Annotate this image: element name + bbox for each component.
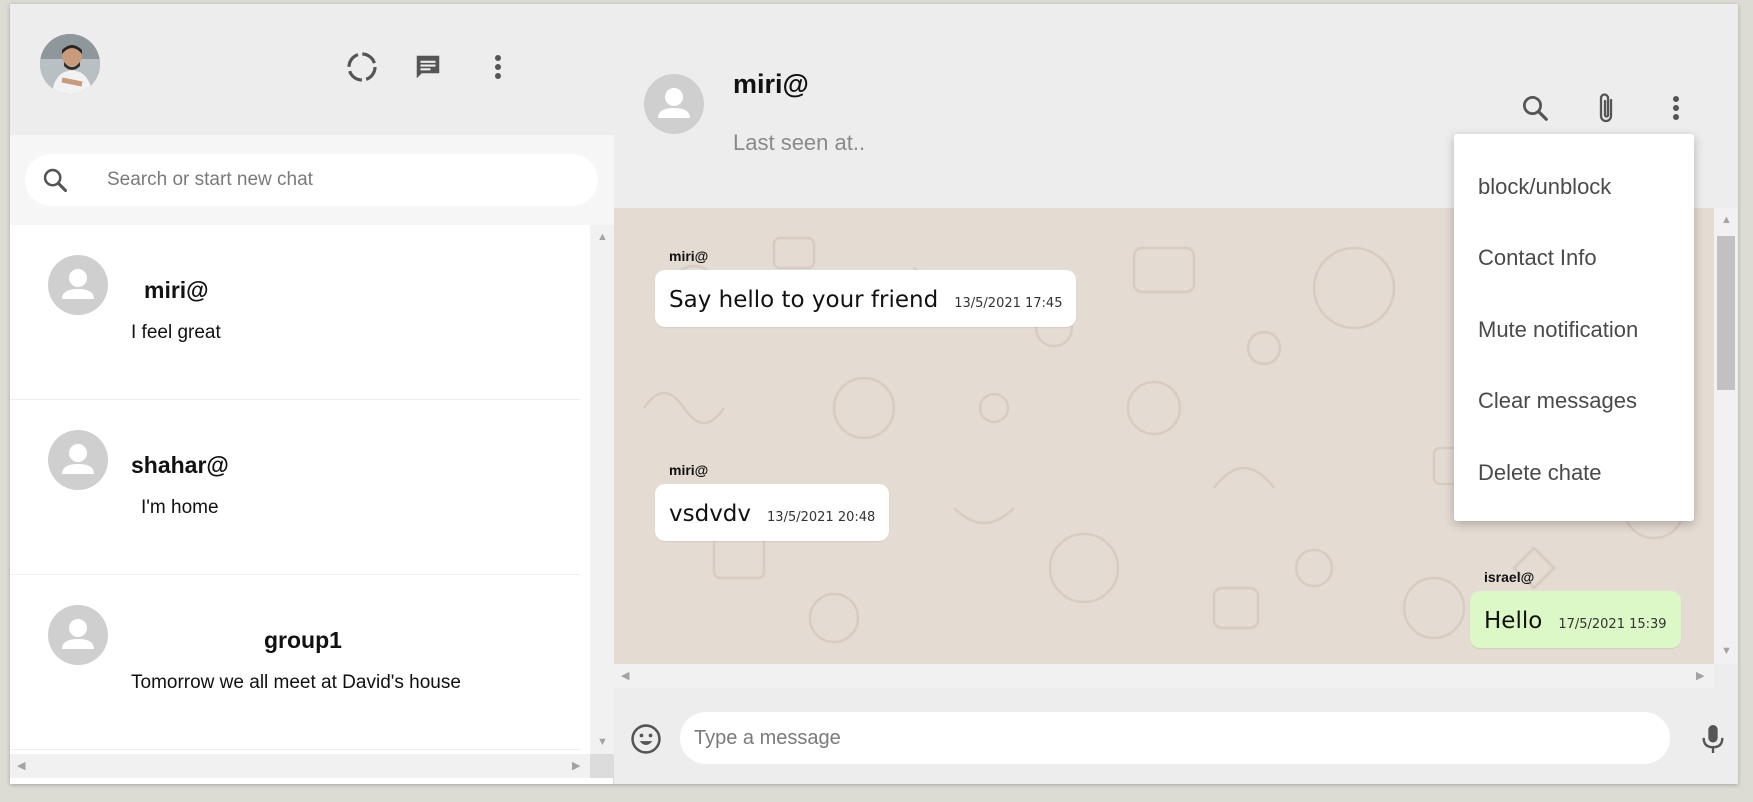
- search-box: [25, 154, 598, 206]
- conversation-menu-dropdown: block/unblock Contact Info Mute notifica…: [1454, 134, 1694, 521]
- menu-item-delete-chat[interactable]: Delete chate: [1454, 437, 1694, 509]
- message-input[interactable]: [680, 712, 1670, 764]
- chat-name: group1: [264, 627, 342, 653]
- message-timestamp: 13/5/2021 17:45: [954, 296, 1063, 311]
- messages-horizontal-scrollbar[interactable]: ◀ ▶: [614, 664, 1714, 688]
- search-icon[interactable]: [1515, 88, 1555, 128]
- menu-item-mute-notification[interactable]: Mute notification: [1454, 294, 1694, 366]
- avatar: [48, 605, 108, 665]
- message-incoming: miri@ vsdvdv 13/5/2021 20:48: [655, 462, 890, 541]
- message-sender: israel@: [1484, 569, 1535, 585]
- message-sender: miri@: [669, 248, 709, 264]
- scroll-right-arrow-icon[interactable]: ▶: [572, 761, 580, 772]
- scroll-down-arrow-icon[interactable]: ▼: [597, 737, 608, 748]
- chat-list-item[interactable]: miri@ I feel great: [10, 225, 580, 400]
- message-bubble[interactable]: Hello 17/5/2021 15:39: [1470, 591, 1681, 648]
- message-composer: [614, 688, 1738, 784]
- more-vertical-icon[interactable]: [478, 47, 518, 87]
- chat-list-vertical-scrollbar[interactable]: ▲ ▼: [590, 225, 614, 754]
- chat-list-horizontal-scrollbar[interactable]: ◀ ▶: [10, 754, 590, 778]
- chat-last-message: Tomorrow we all meet at David's house: [131, 672, 461, 693]
- whatsapp-app: miri@ I feel great shahar@ I'm home grou…: [10, 4, 1738, 784]
- message-bubble[interactable]: Say hello to your friend 13/5/2021 17:45: [655, 270, 1077, 327]
- emoji-icon[interactable]: [629, 722, 663, 761]
- message-sender: miri@: [669, 462, 709, 478]
- message-bubble[interactable]: vsdvdv 13/5/2021 20:48: [655, 484, 890, 541]
- more-vertical-icon[interactable]: [1656, 88, 1696, 128]
- sidebar-header: [10, 4, 614, 135]
- menu-item-block-unblock[interactable]: block/unblock: [1454, 151, 1694, 223]
- my-avatar[interactable]: [40, 34, 100, 94]
- paperclip-icon[interactable]: [1586, 88, 1626, 128]
- contact-avatar[interactable]: [644, 74, 704, 134]
- avatar: [48, 430, 108, 490]
- chat-list: miri@ I feel great shahar@ I'm home grou…: [10, 225, 590, 754]
- scroll-up-arrow-icon[interactable]: ▲: [597, 232, 608, 243]
- menu-item-contact-info[interactable]: Contact Info: [1454, 223, 1694, 295]
- scroll-left-arrow-icon[interactable]: ◀: [17, 761, 25, 772]
- chat-last-message: I feel great: [131, 322, 221, 343]
- message-text: Say hello to your friend: [669, 287, 939, 313]
- scroll-up-arrow-icon[interactable]: ▲: [1721, 215, 1732, 226]
- search-input[interactable]: [107, 154, 577, 206]
- scrollbar-corner: [590, 754, 614, 778]
- status-ring-icon[interactable]: [342, 47, 382, 87]
- search-icon: [41, 166, 69, 199]
- contact-name[interactable]: miri@: [733, 69, 809, 100]
- message-outgoing: israel@ Hello 17/5/2021 15:39: [1470, 569, 1681, 648]
- message-text: vsdvdv: [669, 501, 752, 527]
- message-timestamp: 13/5/2021 20:48: [767, 510, 876, 525]
- chat-bubble-icon[interactable]: [408, 47, 448, 87]
- scroll-right-arrow-icon[interactable]: ▶: [1696, 671, 1704, 682]
- chat-last-message: I'm home: [141, 497, 219, 518]
- chat-name: shahar@: [131, 452, 229, 478]
- message-text: Hello: [1484, 608, 1543, 634]
- chat-name: miri@: [144, 277, 209, 303]
- contact-status: Last seen at..: [733, 130, 866, 155]
- sidebar: miri@ I feel great shahar@ I'm home grou…: [10, 4, 614, 784]
- message-timestamp: 17/5/2021 15:39: [1558, 617, 1667, 632]
- chat-list-item[interactable]: group1 Tomorrow we all meet at David's h…: [10, 575, 580, 750]
- search-bar: [10, 135, 614, 225]
- scroll-down-arrow-icon[interactable]: ▼: [1721, 646, 1732, 657]
- scrollbar-thumb[interactable]: [1717, 236, 1735, 390]
- avatar: [48, 255, 108, 315]
- message-incoming: miri@ Say hello to your friend 13/5/2021…: [655, 248, 1077, 327]
- scroll-left-arrow-icon[interactable]: ◀: [621, 671, 629, 682]
- chat-list-item[interactable]: shahar@ I'm home: [10, 400, 580, 575]
- menu-item-clear-messages[interactable]: Clear messages: [1454, 366, 1694, 438]
- microphone-icon[interactable]: [1699, 722, 1727, 761]
